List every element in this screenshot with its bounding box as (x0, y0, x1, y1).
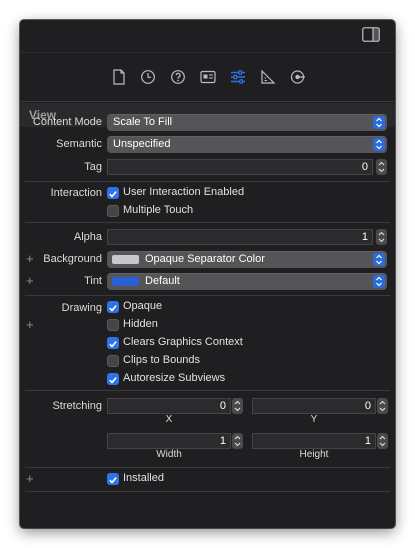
stretching-x-value: 0 (219, 400, 226, 412)
attributes-inspector-icon[interactable] (227, 66, 249, 88)
content-mode-value: Scale To Fill (113, 116, 173, 128)
background-color-swatch (112, 255, 139, 264)
stretching-width-value: 1 (219, 435, 226, 447)
stretching-height-stepper[interactable] (377, 433, 388, 449)
file-inspector-icon[interactable] (108, 66, 130, 88)
stretching-x-caption: X (165, 414, 173, 425)
user-interaction-checkbox[interactable] (107, 187, 119, 199)
tint-add-variation-button[interactable]: + (26, 274, 34, 287)
multiple-touch-label: Multiple Touch (123, 204, 194, 216)
background-popup[interactable]: Opaque Separator Color (107, 251, 387, 268)
alpha-stepper[interactable] (376, 229, 387, 245)
stretching-height-value: 1 (364, 435, 371, 447)
popup-arrows-icon (373, 116, 385, 129)
content-mode-label: Content Mode (32, 116, 102, 128)
connections-inspector-icon[interactable] (287, 66, 309, 88)
tag-value: 0 (361, 161, 368, 173)
clears-graphics-context-checkbox[interactable] (107, 337, 119, 349)
alpha-field[interactable]: 1 (107, 229, 373, 245)
opaque-checkbox[interactable] (107, 301, 119, 313)
user-interaction-label: User Interaction Enabled (123, 186, 245, 198)
installed-add-variation-button[interactable]: + (26, 472, 34, 485)
popup-arrows-icon (373, 253, 385, 266)
stretching-y-caption: Y (310, 414, 318, 425)
sidebar-toggle-icon[interactable] (362, 27, 380, 42)
tint-popup[interactable]: Default (107, 273, 387, 290)
divider (25, 467, 390, 468)
divider (25, 295, 390, 296)
background-value: Opaque Separator Color (145, 253, 265, 265)
hidden-checkbox[interactable] (107, 319, 119, 331)
divider (25, 222, 390, 223)
drawing-add-variation-button[interactable]: + (26, 318, 34, 331)
tint-value: Default (145, 275, 180, 287)
stretching-y-field[interactable]: 0 (252, 398, 376, 414)
tag-field[interactable]: 0 (107, 159, 373, 175)
multiple-touch-checkbox[interactable] (107, 205, 119, 217)
clips-to-bounds-label: Clips to Bounds (123, 354, 201, 366)
background-label: Background (43, 253, 102, 265)
stretching-y-stepper[interactable] (377, 398, 388, 414)
popup-arrows-icon (373, 138, 385, 151)
inspector-top-bar (20, 20, 395, 53)
divider (25, 390, 390, 391)
installed-label: Installed (123, 472, 164, 484)
tint-label: Tint (84, 275, 102, 287)
interaction-label: Interaction (50, 187, 102, 199)
semantic-popup[interactable]: Unspecified (107, 136, 387, 153)
stretching-label: Stretching (52, 400, 102, 412)
clips-to-bounds-checkbox[interactable] (107, 355, 119, 367)
stretching-height-field[interactable]: 1 (252, 433, 376, 449)
stretching-width-field[interactable]: 1 (107, 433, 231, 449)
stretching-x-field[interactable]: 0 (107, 398, 231, 414)
clears-graphics-context-label: Clears Graphics Context (123, 336, 243, 348)
history-icon[interactable] (137, 66, 159, 88)
autoresize-subviews-checkbox[interactable] (107, 373, 119, 385)
quick-help-icon[interactable] (167, 66, 189, 88)
stretching-width-stepper[interactable] (232, 433, 243, 449)
tag-label: Tag (84, 161, 102, 173)
stretching-width-caption: Width (156, 449, 182, 460)
autoresize-subviews-label: Autoresize Subviews (123, 372, 226, 384)
stretching-height-caption: Height (299, 449, 329, 460)
identity-inspector-icon[interactable] (197, 66, 219, 88)
tag-stepper[interactable] (376, 159, 387, 175)
alpha-value: 1 (361, 231, 368, 243)
opaque-label: Opaque (123, 300, 163, 312)
divider (25, 181, 390, 182)
alpha-label: Alpha (73, 231, 102, 243)
drawing-label: Drawing (61, 302, 102, 314)
tint-color-swatch (112, 277, 139, 286)
stretching-y-value: 0 (364, 400, 371, 412)
background-add-variation-button[interactable]: + (26, 252, 34, 265)
inspector-panel: View Content Mode Scale To Fill Semantic… (20, 20, 395, 528)
content-mode-popup[interactable]: Scale To Fill (107, 114, 387, 131)
installed-checkbox[interactable] (107, 473, 119, 485)
hidden-label: Hidden (123, 318, 158, 330)
stretching-x-stepper[interactable] (232, 398, 243, 414)
semantic-value: Unspecified (113, 138, 171, 150)
inspector-tab-bar (20, 53, 395, 102)
popup-arrows-icon (373, 275, 385, 288)
semantic-label: Semantic (56, 138, 102, 150)
size-inspector-icon[interactable] (257, 66, 279, 88)
divider (25, 491, 390, 492)
